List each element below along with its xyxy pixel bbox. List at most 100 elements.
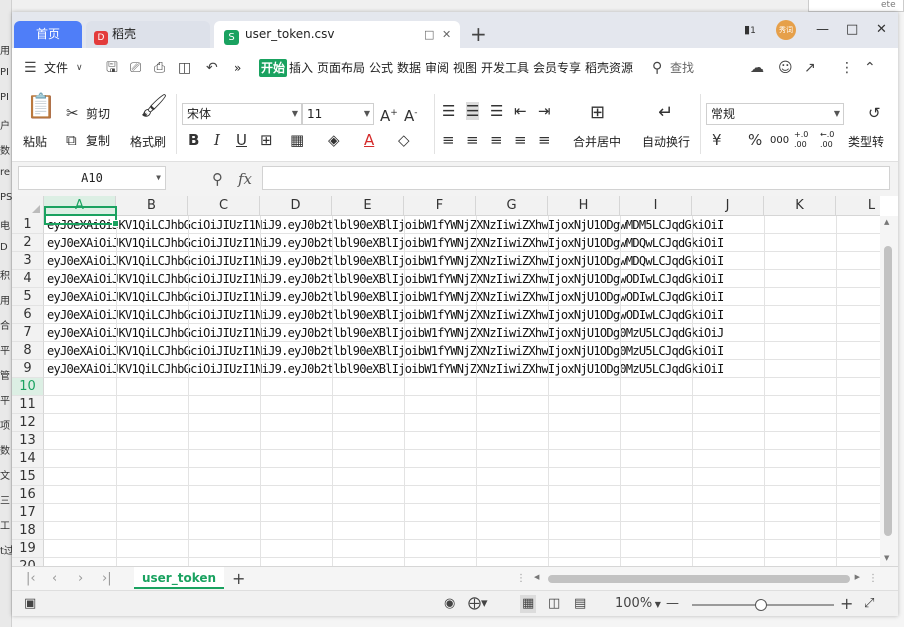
horizontal-scrollbar[interactable]: ◀ ▶ [532, 573, 862, 585]
fullscreen-icon[interactable]: ⤢ [864, 595, 874, 613]
file-menu-chevron-icon[interactable]: ∨ [76, 59, 83, 77]
user-avatar[interactable]: 秀词 [776, 20, 796, 40]
row-header-1[interactable]: 1 [12, 216, 44, 234]
share-export-icon[interactable]: ↗ [804, 59, 816, 77]
scroll-up-icon[interactable]: ▲ [884, 218, 889, 226]
row-header-5[interactable]: 5 [12, 288, 44, 306]
row-header-12[interactable]: 12 [12, 414, 44, 432]
menu-tab-formula[interactable]: 公式 [369, 59, 393, 77]
menu-tab-view[interactable]: 视图 [453, 59, 477, 77]
row-header-15[interactable]: 15 [12, 468, 44, 486]
vertical-scroll-thumb[interactable] [884, 246, 892, 536]
eye-protection-icon[interactable]: ◉ [444, 595, 455, 613]
export-pdf-icon[interactable]: ⎚ [130, 59, 141, 77]
border-icon[interactable]: ⊞ [260, 131, 273, 149]
decrease-indent-icon[interactable]: ⇤ [514, 102, 527, 120]
decrease-font-icon[interactable]: A- [404, 104, 418, 125]
column-header-c[interactable]: C [188, 196, 260, 216]
column-header-b[interactable]: B [116, 196, 188, 216]
row-header-9[interactable]: 9 [12, 360, 44, 378]
print-preview-icon[interactable]: ◫ [178, 59, 191, 77]
clear-format-icon[interactable]: ◇ [398, 131, 410, 149]
align-middle-icon[interactable]: ☰ [466, 102, 480, 120]
underline-icon[interactable]: U [236, 131, 247, 149]
fill-color-icon[interactable]: ◈ [328, 131, 340, 149]
justify-icon[interactable]: ≡ [514, 131, 527, 149]
align-top-icon[interactable]: ☰ [442, 102, 455, 120]
cell-a9-token[interactable]: eyJ0eXAiOiJKV1QiLCJhbGciOiJIUzI1NiJ9.eyJ… [47, 360, 724, 378]
column-header-e[interactable]: E [332, 196, 404, 216]
row-header-4[interactable]: 4 [12, 270, 44, 288]
share-user-icon[interactable]: ☺ [778, 59, 793, 77]
tab-user-token-csv[interactable]: Suser_token.csv □ ✕ [214, 21, 460, 48]
merge-center-icon[interactable]: ⊞ [590, 104, 605, 122]
row-header-17[interactable]: 17 [12, 504, 44, 522]
macro-record-icon[interactable]: ▣ [24, 595, 36, 613]
row-header-13[interactable]: 13 [12, 432, 44, 450]
wrap-text-button[interactable]: 自动换行 [642, 134, 690, 150]
column-header-j[interactable]: J [692, 196, 764, 216]
close-window-icon[interactable]: ✕ [876, 21, 887, 39]
row-header-7[interactable]: 7 [12, 324, 44, 342]
cell-a6-token[interactable]: eyJ0eXAiOiJKV1QiLCJhbGciOiJIUzI1NiJ9.eyJ… [47, 306, 724, 324]
cell-a5-token[interactable]: eyJ0eXAiOiJKV1QiLCJhbGciOiJIUzI1NiJ9.eyJ… [47, 288, 724, 306]
cloud-sync-icon[interactable]: ☁ [750, 59, 764, 77]
add-sheet-button[interactable]: + [232, 570, 245, 588]
menu-tab-data[interactable]: 数据 [397, 59, 421, 77]
decrease-decimal-icon[interactable]: ←.0 .00 [820, 130, 840, 150]
menu-tab-review[interactable]: 审阅 [425, 59, 449, 77]
vertical-scrollbar[interactable]: ▲ ▼ [880, 216, 898, 566]
cell-a7-token[interactable]: eyJ0eXAiOiJKV1QiLCJhbGciOiJIUzI1NiJ9.eyJ… [47, 324, 724, 342]
hamburger-menu-icon[interactable]: ☰ [24, 59, 37, 77]
row-header-3[interactable]: 3 [12, 252, 44, 270]
cell-a8-token[interactable]: eyJ0eXAiOiJKV1QiLCJhbGciOiJIUzI1NiJ9.eyJ… [47, 342, 724, 360]
row-header-19[interactable]: 19 [12, 540, 44, 558]
tab-docer[interactable]: D 稻壳 [86, 21, 210, 48]
menu-tab-docer-resources[interactable]: 稻壳资源 [585, 59, 633, 77]
merge-center-button[interactable]: 合并居中 [573, 134, 621, 150]
page-layout-view-icon[interactable]: ◫ [548, 595, 560, 613]
column-header-l[interactable]: L [836, 196, 880, 216]
formula-input[interactable] [262, 166, 890, 190]
italic-icon[interactable]: I [214, 131, 220, 149]
column-header-d[interactable]: D [260, 196, 332, 216]
tab-float-icon[interactable]: □ [424, 21, 434, 48]
copy-button[interactable]: 复制 [86, 133, 110, 149]
increase-font-icon[interactable]: A+ [380, 104, 398, 125]
row-header-8[interactable]: 8 [12, 342, 44, 360]
name-box[interactable]: A10 ▼ [18, 166, 166, 190]
menu-tab-start[interactable]: 开始 [259, 59, 288, 77]
percent-format-icon[interactable]: % [748, 131, 762, 149]
distributed-align-icon[interactable]: ≡ [538, 131, 551, 149]
zoom-search-icon[interactable]: ⚲ [212, 170, 223, 188]
number-format-select[interactable]: 常规 ▼ [706, 103, 844, 125]
minimize-icon[interactable]: — [816, 21, 829, 39]
column-header-h[interactable]: H [548, 196, 620, 216]
row-header-18[interactable]: 18 [12, 522, 44, 540]
search-label[interactable]: 查找 [670, 59, 694, 77]
cut-button[interactable]: 剪切 [86, 106, 110, 122]
horizontal-scroll-thumb[interactable] [548, 575, 850, 583]
column-header-k[interactable]: K [764, 196, 836, 216]
tab-home[interactable]: 首页 [14, 21, 82, 48]
normal-view-icon[interactable]: ▦ [520, 595, 537, 613]
window-count-icon[interactable]: ▮1 [744, 21, 756, 40]
cell-type-convert-button[interactable]: 类型转 [848, 134, 884, 150]
cell-a4-token[interactable]: eyJ0eXAiOiJKV1QiLCJhbGciOiJIUzI1NiJ9.eyJ… [47, 270, 724, 288]
increase-decimal-icon[interactable]: +.0 .00 [794, 130, 814, 150]
zoom-slider-knob[interactable] [755, 599, 767, 611]
menu-tab-page-layout[interactable]: 页面布局 [317, 59, 365, 77]
cell-type-icon[interactable]: ↺ [868, 104, 881, 122]
row-header-16[interactable]: 16 [12, 486, 44, 504]
spreadsheet-grid[interactable]: ABCDEFGHIJKL 1 eyJ0eXAiOiJKV1QiLCJhbGciOi… [12, 196, 880, 566]
column-header-g[interactable]: G [476, 196, 548, 216]
copy-icon[interactable]: ⧉ [66, 131, 77, 149]
prev-sheet-icon[interactable]: ‹ [52, 570, 57, 588]
sheet-tab-user-token[interactable]: user_token [134, 567, 224, 589]
scroll-down-icon[interactable]: ▼ [884, 554, 889, 562]
cut-icon[interactable]: ✂ [66, 104, 79, 122]
print-icon[interactable]: ⎙ [154, 59, 165, 77]
search-icon[interactable]: ⚲ [652, 59, 662, 77]
next-sheet-icon[interactable]: › [78, 570, 83, 588]
scroll-left-icon[interactable]: ◀ [534, 573, 539, 581]
